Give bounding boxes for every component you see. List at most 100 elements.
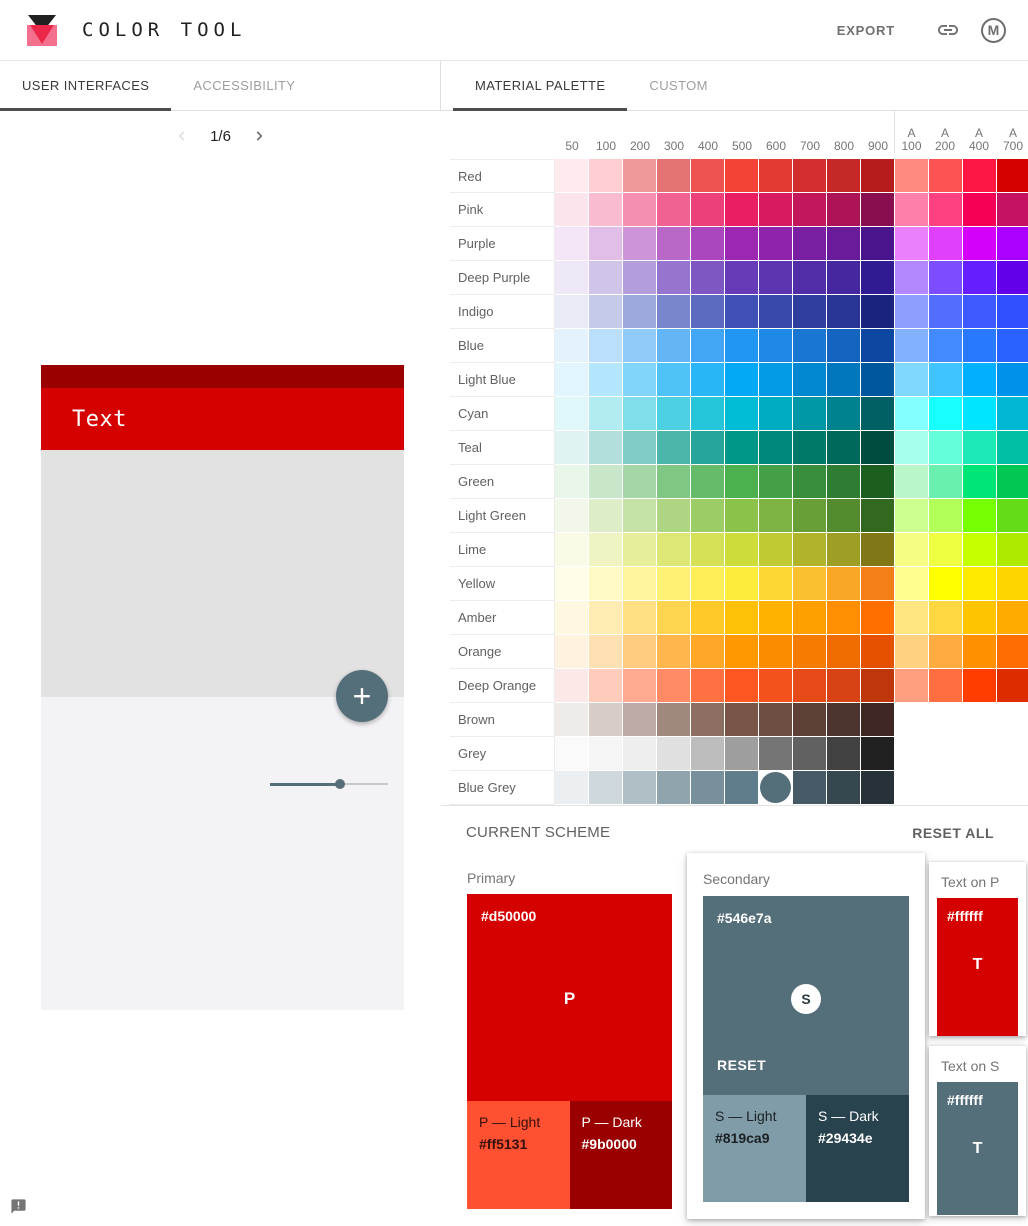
swatch-lime-a400[interactable] xyxy=(963,533,996,566)
swatch-orange-a100[interactable] xyxy=(895,635,928,668)
swatch-orange-500[interactable] xyxy=(725,635,758,668)
swatch-green-a100[interactable] xyxy=(895,465,928,498)
swatch-lime-a100[interactable] xyxy=(895,533,928,566)
swatch-green-200[interactable] xyxy=(623,465,656,498)
swatch-blue-grey-700[interactable] xyxy=(793,771,826,804)
swatch-red-a100[interactable] xyxy=(895,159,928,192)
swatch-pink-900[interactable] xyxy=(861,193,894,226)
swatch-green-50[interactable] xyxy=(555,465,588,498)
swatch-indigo-400[interactable] xyxy=(691,295,724,328)
swatch-lime-300[interactable] xyxy=(657,533,690,566)
swatch-red-900[interactable] xyxy=(861,159,894,192)
swatch-lime-900[interactable] xyxy=(861,533,894,566)
swatch-light-blue-700[interactable] xyxy=(793,363,826,396)
swatch-deep-orange-a700[interactable] xyxy=(997,669,1028,702)
swatch-blue-200[interactable] xyxy=(623,329,656,362)
swatch-light-green-a700[interactable] xyxy=(997,499,1028,532)
swatch-red-400[interactable] xyxy=(691,159,724,192)
swatch-teal-a700[interactable] xyxy=(997,431,1028,464)
swatch-light-blue-100[interactable] xyxy=(589,363,622,396)
swatch-light-green-500[interactable] xyxy=(725,499,758,532)
swatch-blue-300[interactable] xyxy=(657,329,690,362)
swatch-deep-orange-a400[interactable] xyxy=(963,669,996,702)
swatch-brown-300[interactable] xyxy=(657,703,690,736)
swatch-deep-orange-a100[interactable] xyxy=(895,669,928,702)
swatch-purple-a400[interactable] xyxy=(963,227,996,260)
swatch-brown-900[interactable] xyxy=(861,703,894,736)
swatch-green-a700[interactable] xyxy=(997,465,1028,498)
swatch-indigo-800[interactable] xyxy=(827,295,860,328)
swatch-pink-600[interactable] xyxy=(759,193,792,226)
swatch-light-green-a200[interactable] xyxy=(929,499,962,532)
swatch-purple-600[interactable] xyxy=(759,227,792,260)
swatch-indigo-700[interactable] xyxy=(793,295,826,328)
swatch-grey-100[interactable] xyxy=(589,737,622,770)
swatch-indigo-600[interactable] xyxy=(759,295,792,328)
swatch-orange-800[interactable] xyxy=(827,635,860,668)
swatch-cyan-600[interactable] xyxy=(759,397,792,430)
swatch-purple-700[interactable] xyxy=(793,227,826,260)
swatch-light-blue-900[interactable] xyxy=(861,363,894,396)
swatch-teal-600[interactable] xyxy=(759,431,792,464)
swatch-blue-a200[interactable] xyxy=(929,329,962,362)
swatch-amber-a200[interactable] xyxy=(929,601,962,634)
secondary-dark-swatch[interactable]: S — Dark #29434e xyxy=(806,1095,909,1202)
swatch-blue-400[interactable] xyxy=(691,329,724,362)
swatch-pink-800[interactable] xyxy=(827,193,860,226)
swatch-purple-900[interactable] xyxy=(861,227,894,260)
swatch-yellow-a700[interactable] xyxy=(997,567,1028,600)
swatch-cyan-900[interactable] xyxy=(861,397,894,430)
text-on-s-swatch[interactable]: #ffffff T xyxy=(937,1082,1018,1215)
swatch-purple-200[interactable] xyxy=(623,227,656,260)
swatch-light-green-200[interactable] xyxy=(623,499,656,532)
swatch-light-blue-300[interactable] xyxy=(657,363,690,396)
swatch-green-a200[interactable] xyxy=(929,465,962,498)
primary-main-swatch[interactable]: #d50000 P xyxy=(467,894,672,1101)
swatch-indigo-500[interactable] xyxy=(725,295,758,328)
swatch-deep-orange-a200[interactable] xyxy=(929,669,962,702)
swatch-light-green-300[interactable] xyxy=(657,499,690,532)
swatch-amber-600[interactable] xyxy=(759,601,792,634)
swatch-red-300[interactable] xyxy=(657,159,690,192)
swatch-pink-a100[interactable] xyxy=(895,193,928,226)
swatch-amber-100[interactable] xyxy=(589,601,622,634)
swatch-blue-grey-800[interactable] xyxy=(827,771,860,804)
swatch-deep-purple-100[interactable] xyxy=(589,261,622,294)
swatch-blue-grey-900[interactable] xyxy=(861,771,894,804)
swatch-amber-200[interactable] xyxy=(623,601,656,634)
swatch-blue-900[interactable] xyxy=(861,329,894,362)
swatch-deep-orange-900[interactable] xyxy=(861,669,894,702)
selected-swatch-circle[interactable] xyxy=(760,772,791,803)
swatch-pink-300[interactable] xyxy=(657,193,690,226)
swatch-yellow-50[interactable] xyxy=(555,567,588,600)
tab-accessibility[interactable]: ACCESSIBILITY xyxy=(171,61,317,110)
tab-material-palette[interactable]: MATERIAL PALETTE xyxy=(453,61,628,111)
swatch-indigo-a400[interactable] xyxy=(963,295,996,328)
swatch-cyan-500[interactable] xyxy=(725,397,758,430)
swatch-pink-400[interactable] xyxy=(691,193,724,226)
swatch-green-100[interactable] xyxy=(589,465,622,498)
swatch-red-500[interactable] xyxy=(725,159,758,192)
swatch-brown-500[interactable] xyxy=(725,703,758,736)
swatch-deep-purple-600[interactable] xyxy=(759,261,792,294)
swatch-purple-a200[interactable] xyxy=(929,227,962,260)
swatch-yellow-500[interactable] xyxy=(725,567,758,600)
swatch-amber-300[interactable] xyxy=(657,601,690,634)
swatch-indigo-a700[interactable] xyxy=(997,295,1028,328)
swatch-deep-purple-500[interactable] xyxy=(725,261,758,294)
swatch-light-green-800[interactable] xyxy=(827,499,860,532)
swatch-yellow-a100[interactable] xyxy=(895,567,928,600)
swatch-grey-400[interactable] xyxy=(691,737,724,770)
swatch-brown-800[interactable] xyxy=(827,703,860,736)
swatch-teal-a200[interactable] xyxy=(929,431,962,464)
swatch-pink-500[interactable] xyxy=(725,193,758,226)
swatch-amber-a700[interactable] xyxy=(997,601,1028,634)
swatch-green-400[interactable] xyxy=(691,465,724,498)
swatch-pink-50[interactable] xyxy=(555,193,588,226)
swatch-amber-400[interactable] xyxy=(691,601,724,634)
swatch-teal-200[interactable] xyxy=(623,431,656,464)
primary-light-swatch[interactable]: P — Light #ff5131 xyxy=(467,1101,570,1209)
swatch-grey-200[interactable] xyxy=(623,737,656,770)
swatch-light-green-700[interactable] xyxy=(793,499,826,532)
swatch-indigo-900[interactable] xyxy=(861,295,894,328)
